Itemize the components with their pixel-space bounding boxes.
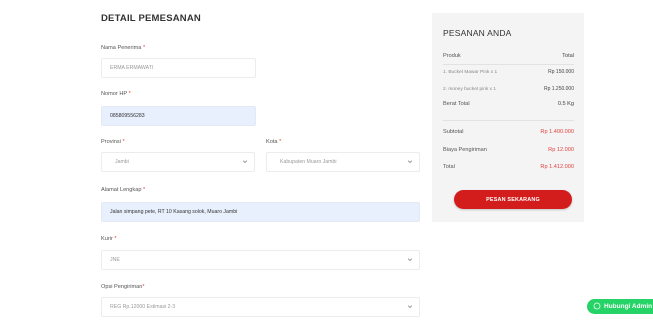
- phone-label: Nomor HP *: [101, 91, 131, 97]
- divider: [443, 120, 574, 121]
- shipping-cost-value: Rp 12.000: [548, 147, 574, 153]
- city-select[interactable]: Kabupaten Muaro Jambi: [266, 152, 420, 172]
- total-header: Total: [562, 53, 574, 59]
- shipping-cost-label: Biaya Pengiriman: [443, 147, 487, 153]
- shipping-option-select[interactable]: REG Rp.12000 Estimasi 2-3: [101, 297, 420, 317]
- chevron-down-icon: [241, 158, 249, 166]
- summary-title: PESANAN ANDA: [443, 28, 512, 38]
- whatsapp-contact-button[interactable]: Hubungi Admin: [587, 299, 653, 314]
- shipping-option-label: Opsi Pengiriman*: [101, 284, 145, 290]
- chevron-down-icon: [406, 256, 414, 264]
- recipient-label: Nama Penerima *: [101, 45, 146, 51]
- item-price: Rp 1.250.000: [543, 86, 574, 92]
- weight-label: Berat Total: [443, 101, 470, 107]
- whatsapp-label: Hubungi Admin: [604, 303, 653, 310]
- grand-total-label: Total: [443, 164, 455, 170]
- city-label: Kota *: [266, 139, 282, 145]
- subtotal-value: Rp 1.400.000: [540, 129, 574, 135]
- whatsapp-icon: [593, 302, 601, 312]
- product-header: Produk: [443, 53, 461, 59]
- grand-total-row: Total Rp 1.412.000: [443, 164, 574, 170]
- province-select[interactable]: Jambi: [101, 152, 255, 172]
- address-label: Alamat Lengkap *: [101, 187, 146, 193]
- grand-total-value: Rp 1.412.000: [540, 164, 574, 170]
- weight-value: 0.5 Kg: [557, 101, 574, 107]
- summary-item-row: 2. money bucket pink x 1 Rp 1.250.000: [443, 86, 574, 92]
- summary-item-row: 1. Bucket Mawar Pink x 1 Rp 150.000: [443, 69, 574, 75]
- recipient-name-input[interactable]: ERMA ERMAWATI: [101, 58, 256, 78]
- order-summary-panel: PESANAN ANDA Produk Total 1. Bucket Mawa…: [432, 13, 584, 222]
- courier-label: Kurir *: [101, 236, 117, 242]
- item-price: Rp 150.000: [548, 69, 574, 75]
- courier-select[interactable]: JNE: [101, 250, 420, 270]
- order-now-button[interactable]: PESAN SEKARANG: [454, 190, 572, 209]
- item-name: 1. Bucket Mawar Pink x 1: [443, 69, 498, 75]
- subtotal-label: Subtotal: [443, 129, 464, 135]
- subtotal-row: Subtotal Rp 1.400.000: [443, 129, 574, 135]
- shipping-cost-row: Biaya Pengiriman Rp 12.000: [443, 147, 574, 153]
- chevron-down-icon: [406, 303, 414, 311]
- item-name: 2. money bucket pink x 1: [443, 86, 497, 92]
- summary-header-row: Produk Total: [443, 53, 574, 59]
- phone-input[interactable]: 085809556283: [101, 106, 256, 126]
- weight-row: Berat Total 0.5 Kg: [443, 101, 574, 107]
- address-input[interactable]: Jalan simpang pete, RT 10 Kasang solok, …: [101, 202, 420, 222]
- form-title: DETAIL PEMESANAN: [101, 13, 201, 24]
- chevron-down-icon: [406, 158, 414, 166]
- divider: [443, 64, 574, 65]
- province-label: Provinsi *: [101, 139, 125, 145]
